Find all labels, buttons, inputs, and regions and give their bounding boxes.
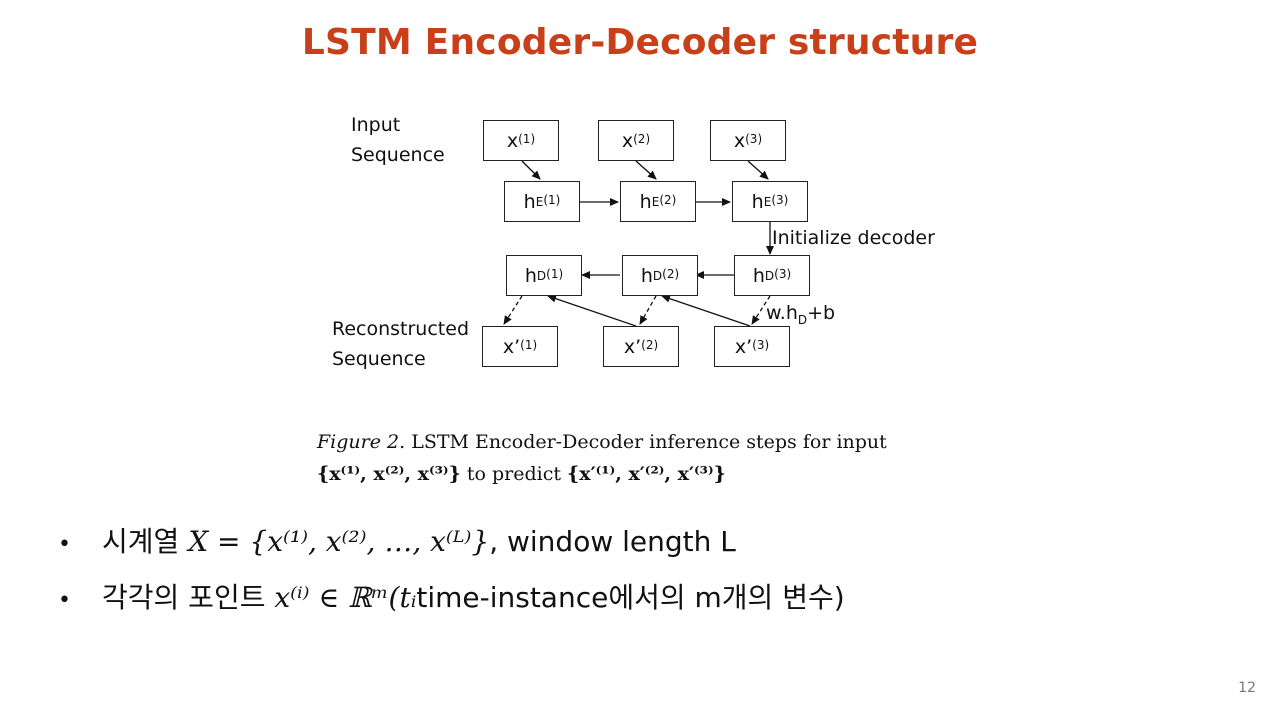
node-sup: (2)	[641, 337, 659, 352]
node-sub: E	[651, 194, 660, 209]
reconstructed-label: Reconstructed Sequence	[332, 314, 469, 374]
encoder-node-hE3: h E (3)	[732, 181, 808, 222]
node-base: h	[524, 264, 537, 287]
page-number: 12	[1238, 680, 1256, 696]
node-sub: D	[536, 268, 547, 283]
node-sub: E	[535, 194, 544, 209]
figure-label: Figure 2.	[317, 431, 406, 453]
caption-line-1: Figure 2. LSTM Encoder-Decoder inference…	[317, 426, 965, 458]
arrow-x1-to-hE1	[521, 160, 541, 180]
arrow-x2-to-hE2	[635, 160, 657, 180]
bullet-list: • 시계열 X = {x⁽¹⁾, x⁽²⁾, …, x⁽ᴸ⁾} , window…	[58, 520, 845, 632]
node-base: x	[506, 129, 519, 152]
node-sup: (3)	[771, 192, 789, 207]
node-base: h	[752, 264, 765, 287]
node-sup: (2)	[659, 192, 677, 207]
initialize-decoder-label: Initialize decoder	[772, 227, 935, 249]
node-base: h	[639, 190, 652, 213]
slide-title: LSTM Encoder-Decoder structure	[301, 22, 979, 63]
encoder-node-hE2: h E (2)	[620, 181, 696, 222]
output-function-text: w.h	[766, 302, 798, 324]
caption-line-2: {x⁽¹⁾, x⁽²⁾, x⁽³⁾} to predict {x′⁽¹⁾, x′…	[317, 458, 965, 490]
arrow-x3-to-hE3	[747, 160, 769, 180]
output-function-sub: D	[797, 312, 808, 327]
node-sub: D	[652, 268, 663, 283]
bullet-prefix: 각각의 포인트	[102, 581, 266, 614]
node-sup: (1)	[546, 266, 564, 281]
bullet-suffix: , window length L	[489, 525, 736, 558]
caption-output-set: {x′⁽¹⁾, x′⁽²⁾, x′⁽³⁾}	[567, 463, 726, 485]
node-sup: (3)	[745, 131, 763, 146]
bullet-item-timeseries: • 시계열 X = {x⁽¹⁾, x⁽²⁾, …, x⁽ᴸ⁾} , window…	[58, 520, 845, 576]
node-sub: E	[763, 194, 772, 209]
output-node-x1prime: x’ (1)	[482, 326, 558, 367]
node-sub: D	[764, 268, 775, 283]
caption-input-set: {x⁽¹⁾, x⁽²⁾, x⁽³⁾}	[317, 463, 461, 485]
caption-line1-text: Figure 2. LSTM Encoder-Decoder inference…	[317, 426, 887, 458]
node-base: x’	[734, 335, 753, 358]
node-sup: (3)	[752, 337, 770, 352]
input-node-x3: x (3)	[710, 120, 786, 161]
bullet-marker: •	[58, 588, 71, 613]
output-node-x2prime: x’ (2)	[603, 326, 679, 367]
node-base: h	[751, 190, 764, 213]
node-sup: (2)	[662, 266, 680, 281]
input-label-line1: Input	[351, 114, 401, 136]
node-sup: (3)	[774, 266, 792, 281]
caption-predict-text: to predict	[466, 463, 561, 485]
node-base: x’	[502, 335, 521, 358]
node-base: h	[640, 264, 653, 287]
decoder-node-hD2: h D (2)	[622, 255, 698, 296]
node-base: x’	[623, 335, 642, 358]
node-sup: (1)	[520, 337, 538, 352]
decoder-node-hD1: h D (1)	[506, 255, 582, 296]
bullet-math: x⁽ⁱ⁾ ∈ ℝᵐ(tᵢ	[274, 581, 417, 614]
input-node-x2: x (2)	[598, 120, 674, 161]
dashed-hD1-to-x1prime	[503, 295, 523, 325]
bullet-suffix: time-instance에서의 m개의 변수)	[416, 581, 845, 614]
arrow-x3prime-to-hD2	[661, 294, 751, 327]
decoder-node-hD3: h D (3)	[734, 255, 810, 296]
node-base: x	[621, 129, 634, 152]
node-base: x	[733, 129, 746, 152]
input-node-x1: x (1)	[483, 120, 559, 161]
bullet-item-point: • 각각의 포인트 x⁽ⁱ⁾ ∈ ℝᵐ(tᵢ time-instance에서의 …	[58, 576, 845, 632]
bullet-marker: •	[58, 532, 71, 557]
output-function-tail: +b	[807, 302, 836, 324]
reconstructed-label-line1: Reconstructed	[332, 318, 469, 340]
node-sup: (1)	[518, 131, 536, 146]
encoder-decoder-diagram: Input Sequence Reconstructed Sequence Init…	[300, 100, 1000, 400]
input-label: Input Sequence	[351, 110, 445, 170]
bullet-prefix: 시계열	[102, 525, 180, 558]
figure-caption: Figure 2. LSTM Encoder-Decoder inference…	[317, 426, 965, 490]
node-sup: (2)	[633, 131, 651, 146]
encoder-node-hE1: h E (1)	[504, 181, 580, 222]
bullet-math: X = {x⁽¹⁾, x⁽²⁾, …, x⁽ᴸ⁾}	[188, 525, 490, 558]
caption-line1: LSTM Encoder-Decoder inference steps for…	[411, 431, 887, 453]
input-label-line2: Sequence	[351, 144, 445, 166]
arrow-x2prime-to-hD1	[547, 294, 637, 327]
node-base: h	[523, 190, 536, 213]
node-sup: (1)	[543, 192, 561, 207]
dashed-hD2-to-x2prime	[639, 295, 657, 325]
reconstructed-label-line2: Sequence	[332, 348, 426, 370]
output-node-x3prime: x’ (3)	[714, 326, 790, 367]
